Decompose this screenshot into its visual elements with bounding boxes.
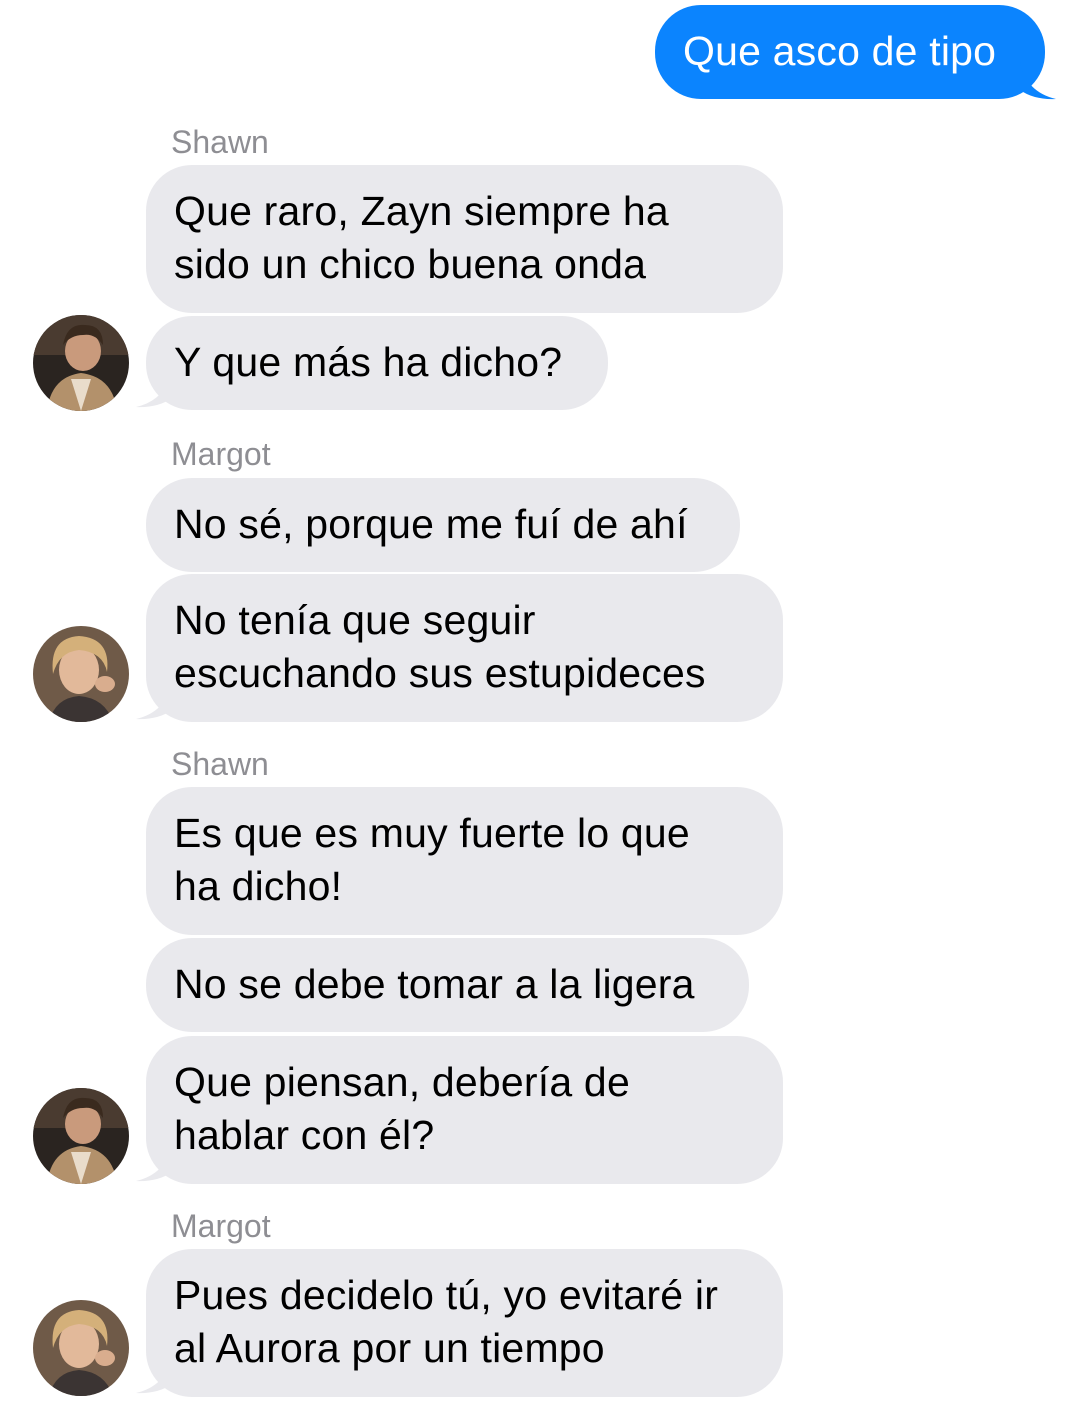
- incoming-message-bubble[interactable]: Es que es muy fuerte lo que ha dicho!: [146, 787, 783, 935]
- message-text-line: Que raro, Zayn siempre ha: [174, 188, 669, 234]
- message-text: No se debe tomar a la ligera: [174, 961, 695, 1007]
- margot-avatar-icon[interactable]: [33, 626, 129, 722]
- sender-name: Shawn: [171, 124, 269, 160]
- sender-name: Shawn: [171, 746, 269, 782]
- message-text-line: Es que es muy fuerte lo que: [174, 810, 690, 856]
- message-text-line: escuchando sus estupideces: [174, 650, 706, 696]
- shawn-avatar-icon[interactable]: [33, 1088, 129, 1184]
- message-text-line: No tenía que seguir: [174, 597, 536, 643]
- sender-name: Margot: [171, 436, 271, 472]
- incoming-message-bubble[interactable]: Pues decidelo tú, yo evitaré ir al Auror…: [146, 1249, 783, 1397]
- message-text: Y que más ha dicho?: [174, 339, 563, 385]
- incoming-message-bubble[interactable]: No tenía que seguir escuchando sus estup…: [146, 574, 783, 722]
- incoming-message-bubble[interactable]: No sé, porque me fuí de ahí: [146, 478, 740, 572]
- outgoing-message-bubble[interactable]: Que asco de tipo: [655, 5, 1045, 99]
- incoming-message-bubble[interactable]: No se debe tomar a la ligera: [146, 938, 749, 1032]
- incoming-bubble-tail: [136, 370, 172, 408]
- message-text: Que asco de tipo: [683, 28, 997, 74]
- incoming-message-bubble[interactable]: Y que más ha dicho?: [146, 316, 608, 410]
- incoming-bubble-tail: [136, 1144, 172, 1182]
- message-text-line: Que piensan, debería de: [174, 1059, 630, 1105]
- shawn-avatar-icon[interactable]: [33, 315, 129, 411]
- sender-name: Margot: [171, 1208, 271, 1244]
- outgoing-bubble-tail: [1020, 62, 1056, 100]
- incoming-bubble-tail: [136, 682, 172, 720]
- message-text: No sé, porque me fuí de ahí: [174, 501, 688, 547]
- incoming-message-bubble[interactable]: Que raro, Zayn siempre ha sido un chico …: [146, 165, 783, 313]
- message-text-line: sido un chico buena onda: [174, 241, 647, 287]
- margot-avatar-icon[interactable]: [33, 1300, 129, 1396]
- message-text-line: ha dicho!: [174, 863, 343, 909]
- incoming-bubble-tail: [136, 1356, 172, 1394]
- message-text-line: Pues decidelo tú, yo evitaré ir: [174, 1272, 719, 1318]
- message-text-line: al Aurora por un tiempo: [174, 1325, 605, 1371]
- message-text-line: hablar con él?: [174, 1112, 435, 1158]
- incoming-message-bubble[interactable]: Que piensan, debería de hablar con él?: [146, 1036, 783, 1184]
